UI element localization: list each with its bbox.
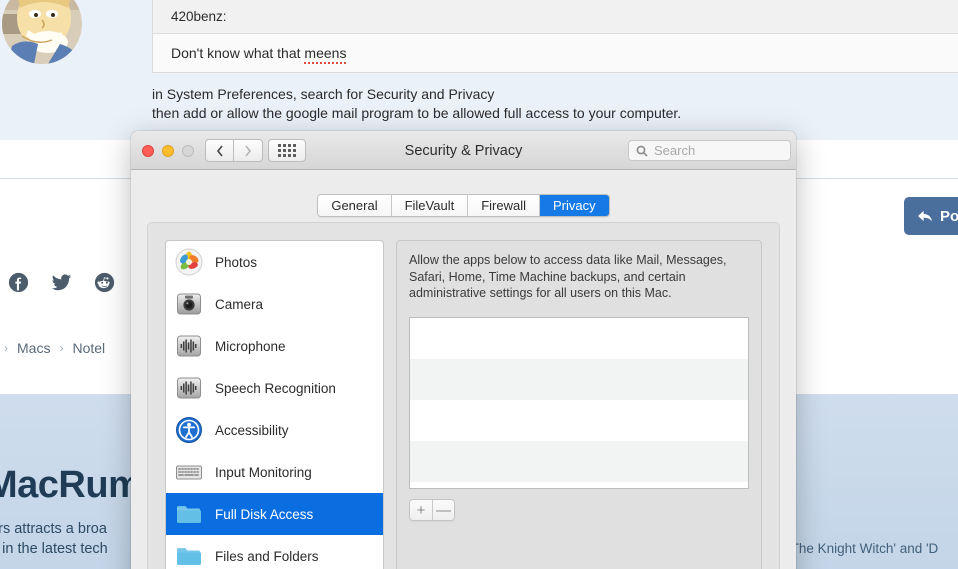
app-list-row[interactable] [410, 441, 748, 482]
tab-firewall[interactable]: Firewall [468, 195, 540, 216]
reddit-icon[interactable] [94, 272, 115, 293]
detail-description: Allow the apps below to access data like… [409, 252, 749, 302]
add-app-button[interactable]: + [410, 500, 432, 520]
sidebar-item-full-disk-access[interactable]: Full Disk Access [166, 493, 383, 535]
sidebar-item-speech-recognition[interactable]: Speech Recognition [166, 367, 383, 409]
sidebar-item-label: Camera [215, 297, 263, 312]
microphone-icon [175, 332, 203, 360]
reply-arrow-icon [918, 210, 933, 223]
remove-app-button[interactable]: — [432, 500, 454, 520]
sidebar-item-camera[interactable]: Camera [166, 283, 383, 325]
quote-text: Don't know what that [171, 45, 304, 61]
sidebar-item-label: Accessibility [215, 423, 289, 438]
screen: 420benz: Don't know what that meens in S… [0, 0, 958, 569]
sidebar-item-label: Microphone [215, 339, 286, 354]
privacy-panel: Photos Camera [147, 222, 780, 569]
tab-filevault[interactable]: FileVault [392, 195, 469, 216]
sidebar-item-label: Files and Folders [215, 549, 319, 564]
accessibility-icon [175, 416, 203, 444]
tab-privacy[interactable]: Privacy [540, 195, 609, 216]
privacy-category-list[interactable]: Photos Camera [165, 240, 384, 569]
detail-pane: Allow the apps below to access data like… [396, 240, 762, 569]
photos-icon [175, 248, 203, 276]
post-body: in System Preferences, search for Securi… [152, 85, 681, 123]
promo-text-line-1: nors attracts a broa [0, 521, 107, 537]
misspelled-word: meens [304, 45, 346, 64]
promo-text-line-2: ed in the latest tech [0, 541, 108, 557]
breadcrumb: s › Macs › Notel [0, 340, 105, 356]
quote-author: 420benz: [152, 0, 958, 34]
app-list-row[interactable] [410, 318, 748, 359]
camera-icon [175, 290, 203, 318]
breadcrumb-item-1[interactable]: Macs [17, 340, 50, 356]
breadcrumb-item-2[interactable]: Notel [72, 340, 105, 356]
quote-body: Don't know what that meens [152, 34, 958, 73]
folder-icon [175, 500, 203, 528]
sidebar-item-label: Speech Recognition [215, 381, 336, 396]
chevron-right-icon: › [4, 341, 8, 355]
sidebar-item-label: Full Disk Access [215, 507, 313, 522]
twitter-icon[interactable] [51, 272, 72, 293]
search-icon [636, 145, 648, 157]
post-line-1: in System Preferences, search for Securi… [152, 85, 681, 104]
sidebar-item-label: Photos [215, 255, 257, 270]
waveform-icon [175, 374, 203, 402]
window-titlebar[interactable]: Security & Privacy Search [131, 131, 796, 170]
sidebar-item-photos[interactable]: Photos [166, 241, 383, 283]
app-list-row[interactable] [410, 400, 748, 441]
post-line-2: then add or allow the google mail progra… [152, 104, 681, 123]
folder-icon [175, 542, 203, 569]
promo-right-text: 'The Knight Witch' and 'D [788, 541, 938, 556]
keyboard-icon [175, 458, 203, 486]
post-button[interactable]: Pos [904, 197, 958, 235]
sidebar-item-label: Input Monitoring [215, 465, 312, 480]
tab-general[interactable]: General [318, 195, 391, 216]
tab-bar: General FileVault Firewall Privacy [131, 194, 796, 217]
chevron-right-icon: › [59, 341, 63, 355]
search-placeholder: Search [654, 143, 695, 158]
sidebar-item-input-monitoring[interactable]: Input Monitoring [166, 451, 383, 493]
app-list-row[interactable] [410, 359, 748, 400]
sidebar-item-microphone[interactable]: Microphone [166, 325, 383, 367]
search-input[interactable]: Search [628, 140, 791, 161]
quote-block: 420benz: Don't know what that meens [152, 0, 958, 73]
security-privacy-window: Security & Privacy Search General FileVa… [131, 131, 796, 569]
facebook-icon[interactable] [8, 272, 29, 293]
allowed-apps-list[interactable] [409, 317, 749, 489]
app-list-row[interactable] [410, 482, 748, 523]
sidebar-item-accessibility[interactable]: Accessibility [166, 409, 383, 451]
tab-group: General FileVault Firewall Privacy [317, 194, 609, 217]
sidebar-item-files-and-folders[interactable]: Files and Folders [166, 535, 383, 569]
post-button-label: Pos [940, 208, 958, 225]
add-remove-button-group: + — [409, 499, 455, 521]
